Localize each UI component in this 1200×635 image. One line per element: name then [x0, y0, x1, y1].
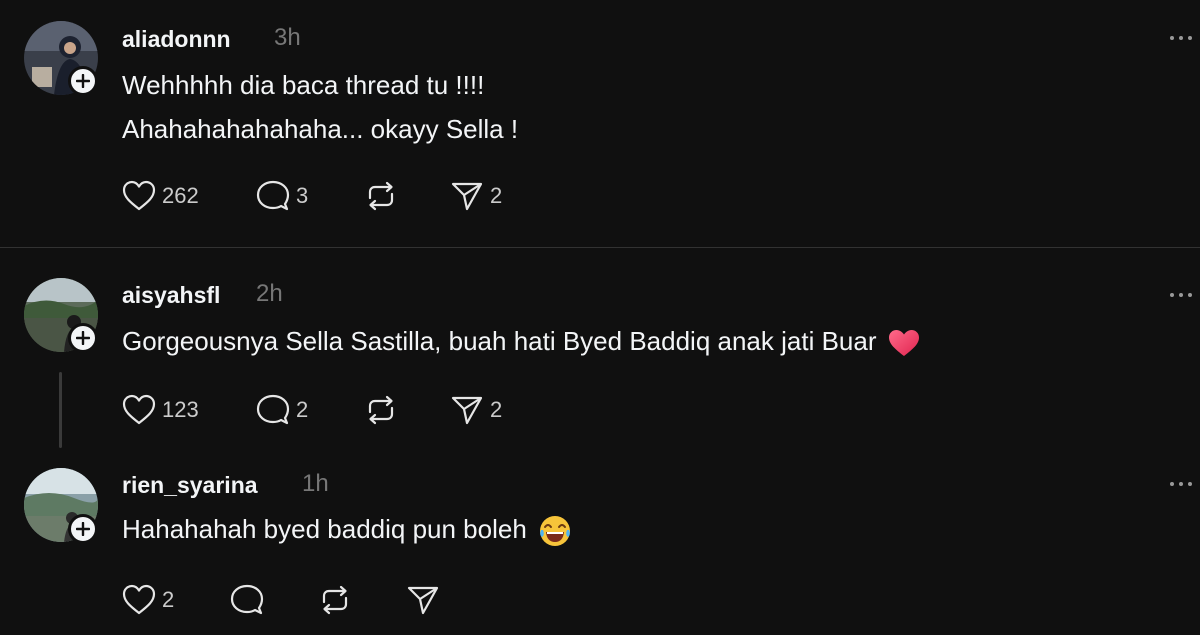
- post-rien_syarina: rien_syarina 1h Hahahahah byed baddiq pu…: [0, 448, 1200, 635]
- thread-connector-line: [59, 372, 62, 448]
- reply-count: 3: [296, 183, 309, 208]
- paper-plane-icon: [451, 182, 483, 211]
- heart-outline-icon: [122, 584, 156, 615]
- follow-button[interactable]: [68, 66, 98, 96]
- share-count: 2: [490, 397, 503, 422]
- like-count: 2: [162, 587, 175, 612]
- username[interactable]: rien_syarina: [122, 472, 258, 499]
- post-aisyahsfl: aisyahsfl 2h Gorgeousnya Sella Sastilla,…: [0, 248, 1200, 448]
- post-aliadonnn: aliadonnn 3h Wehhhhh dia baca thread tu …: [0, 0, 1200, 247]
- laughing-emoji: [539, 516, 570, 547]
- heart-outline-icon: [122, 394, 156, 425]
- reply-button[interactable]: [230, 584, 270, 616]
- like-button[interactable]: 2: [122, 584, 174, 616]
- like-button[interactable]: 123: [122, 394, 199, 426]
- plus-icon: [76, 74, 90, 88]
- username[interactable]: aisyahsfl: [122, 282, 220, 309]
- post-text-line-1: Wehhhhh dia baca thread tu !!!!: [122, 70, 485, 100]
- follow-button[interactable]: [68, 323, 98, 353]
- reply-count: 2: [296, 397, 309, 422]
- reply-button[interactable]: 2: [256, 394, 308, 426]
- repost-arrows-icon: [368, 395, 394, 425]
- speech-bubble-icon: [256, 394, 290, 425]
- share-count: 2: [490, 183, 503, 208]
- speech-bubble-icon: [230, 584, 264, 615]
- post-text: Gorgeousnya Sella Sastilla, buah hati By…: [122, 326, 877, 356]
- repost-button[interactable]: [318, 584, 358, 616]
- timestamp: 2h: [256, 280, 283, 307]
- heart-outline-icon: [122, 180, 156, 211]
- timestamp: 3h: [274, 24, 301, 51]
- paper-plane-icon: [451, 396, 483, 425]
- share-button[interactable]: [406, 584, 446, 616]
- post-text: Hahahahah byed baddiq pun boleh: [122, 514, 527, 544]
- repost-arrows-icon: [322, 585, 348, 615]
- repost-button[interactable]: [364, 394, 404, 426]
- post-text-line-1: Hahahahah byed baddiq pun boleh: [122, 514, 571, 547]
- post-text-line-2: Ahahahahahahaha... okayy Sella !: [122, 114, 519, 144]
- repost-arrows-icon: [368, 181, 394, 211]
- follow-button[interactable]: [68, 514, 98, 544]
- repost-button[interactable]: [364, 180, 404, 212]
- like-button[interactable]: 262: [122, 180, 199, 212]
- like-count: 262: [162, 183, 199, 208]
- timestamp: 1h: [302, 470, 329, 497]
- share-button[interactable]: 2: [450, 180, 502, 212]
- reply-button[interactable]: 3: [256, 180, 308, 212]
- plus-icon: [76, 522, 90, 536]
- paper-plane-icon: [407, 586, 439, 615]
- username[interactable]: aliadonnn: [122, 26, 231, 53]
- more-dots-icon[interactable]: [1166, 285, 1196, 305]
- plus-icon: [76, 331, 90, 345]
- heart-emoji: [889, 330, 920, 357]
- more-dots-icon[interactable]: [1166, 474, 1196, 494]
- speech-bubble-icon: [256, 180, 290, 211]
- post-text-line-1: Gorgeousnya Sella Sastilla, buah hati By…: [122, 326, 920, 357]
- share-button[interactable]: 2: [450, 394, 502, 426]
- like-count: 123: [162, 397, 199, 422]
- more-dots-icon[interactable]: [1166, 28, 1196, 48]
